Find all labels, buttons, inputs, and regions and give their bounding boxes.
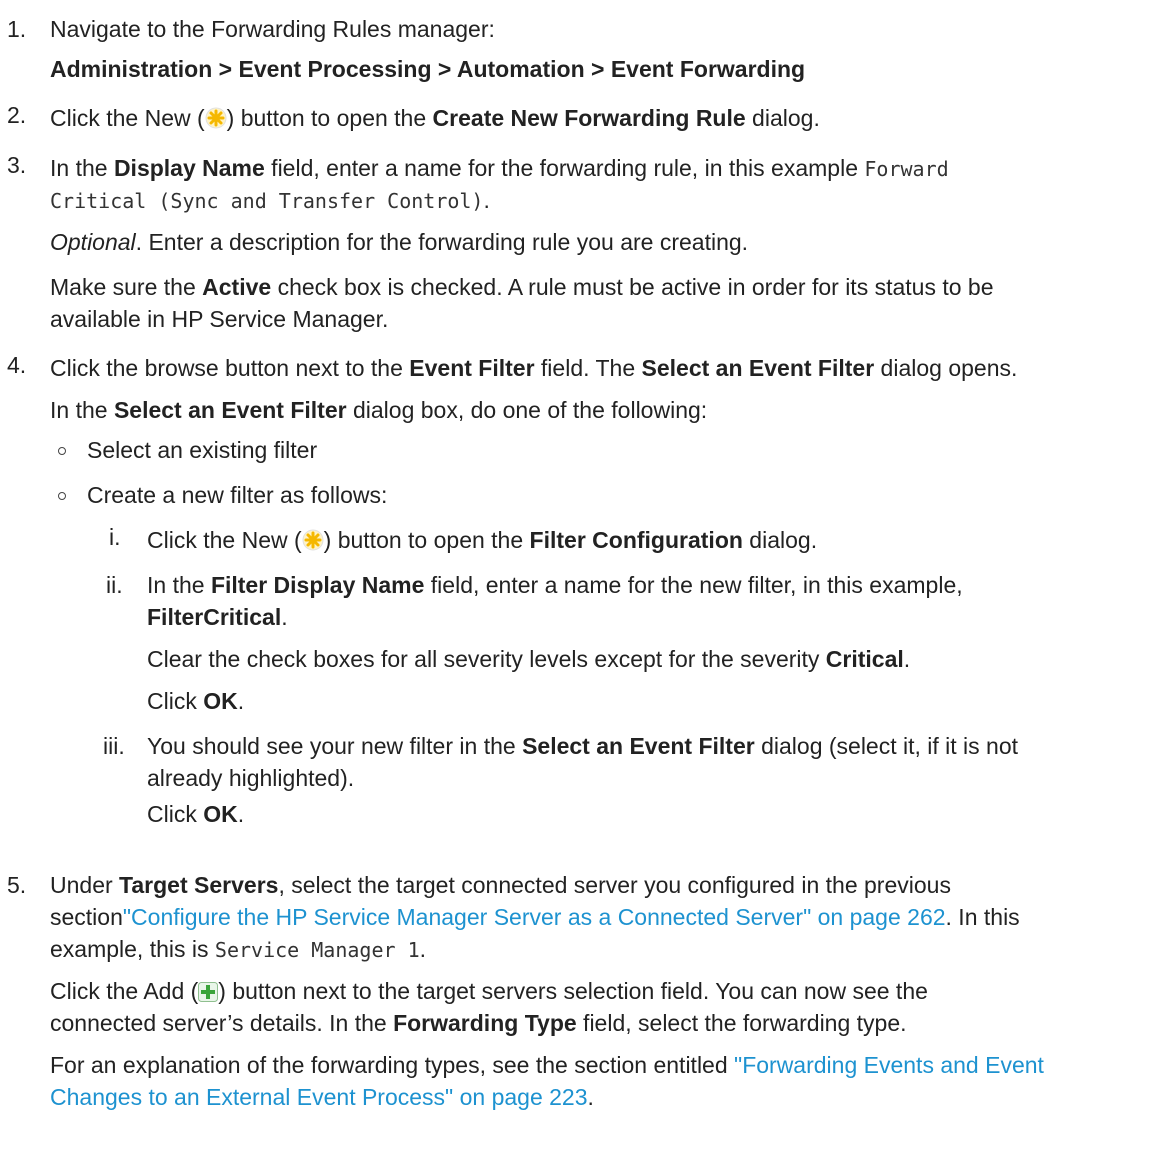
- step-5-line-3: example, this is Service Manager 1.: [50, 936, 426, 962]
- step-1-menu-path: Administration > Event Processing > Auto…: [50, 56, 806, 82]
- step-3-optional: Optional. Enter a description for the fo…: [50, 229, 749, 255]
- step-3-active-line-2: available in HP Service Manager.: [50, 306, 389, 332]
- bullet-item-1: Select an existing filter: [87, 437, 318, 463]
- step-3-line-1: In the Display Name field, enter a name …: [50, 155, 949, 181]
- link-configure-hp-service-manager[interactable]: "Configure the HP Service Manager Server…: [123, 904, 946, 930]
- step-5-add-line-1: Click the Add () button next to the targ…: [50, 978, 928, 1004]
- step-5-number: 5.: [7, 872, 27, 898]
- link-forwarding-events-continued[interactable]: Changes to an External Event Process" on…: [50, 1084, 588, 1110]
- sub-i-number: i.: [109, 524, 121, 550]
- sub-ii-click-ok: Click OK.: [147, 688, 245, 714]
- bullet-icon: [58, 447, 66, 455]
- step-3-active-line-1: Make sure the Active check box is checke…: [50, 274, 994, 300]
- step-5-line-2: section"Configure the HP Service Manager…: [50, 904, 1020, 930]
- sub-i-text: Click the New () button to open the Filt…: [147, 527, 818, 553]
- sub-iii-line-2: already highlighted).: [147, 765, 355, 791]
- sub-iii-click-ok: Click OK.: [147, 801, 245, 827]
- step-3-line-2: Critical (Sync and Transfer Control).: [50, 187, 490, 213]
- step-5-explanation-line-2: Changes to an External Event Process" on…: [50, 1084, 594, 1110]
- sub-ii-line-2: FilterCritical.: [147, 604, 288, 630]
- link-forwarding-events[interactable]: "Forwarding Events and Event: [734, 1052, 1044, 1078]
- new-star-icon: [205, 107, 227, 129]
- step-5-line-1: Under Target Servers, select the target …: [50, 872, 951, 898]
- sub-ii-number: ii.: [106, 572, 123, 598]
- sub-iii-number: iii.: [103, 733, 125, 759]
- step-2-number: 2.: [7, 102, 27, 128]
- step-5-add-line-2: connected server’s details. In the Forwa…: [50, 1010, 907, 1036]
- bullet-item-2: Create a new filter as follows:: [87, 482, 388, 508]
- sub-ii-clear-checkboxes: Clear the check boxes for all severity l…: [147, 646, 911, 672]
- step-2-text: Click the New () button to open the Crea…: [50, 105, 820, 131]
- step-1-number: 1.: [7, 16, 27, 42]
- bullet-icon: [58, 492, 66, 500]
- step-4-number: 4.: [7, 352, 27, 378]
- sub-ii-line-1: In the Filter Display Name field, enter …: [147, 572, 963, 598]
- step-4-line-2: In the Select an Event Filter dialog box…: [50, 397, 708, 423]
- sub-iii-line-1: You should see your new filter in the Se…: [147, 733, 1019, 759]
- step-5-explanation-line-1: For an explanation of the forwarding typ…: [50, 1052, 1044, 1078]
- step-1-text: Navigate to the Forwarding Rules manager…: [50, 16, 495, 42]
- step-3-number: 3.: [7, 152, 27, 178]
- add-plus-icon: [198, 980, 219, 1002]
- step-4-line-1: Click the browse button next to the Even…: [50, 355, 1018, 381]
- new-star-icon: [302, 529, 324, 551]
